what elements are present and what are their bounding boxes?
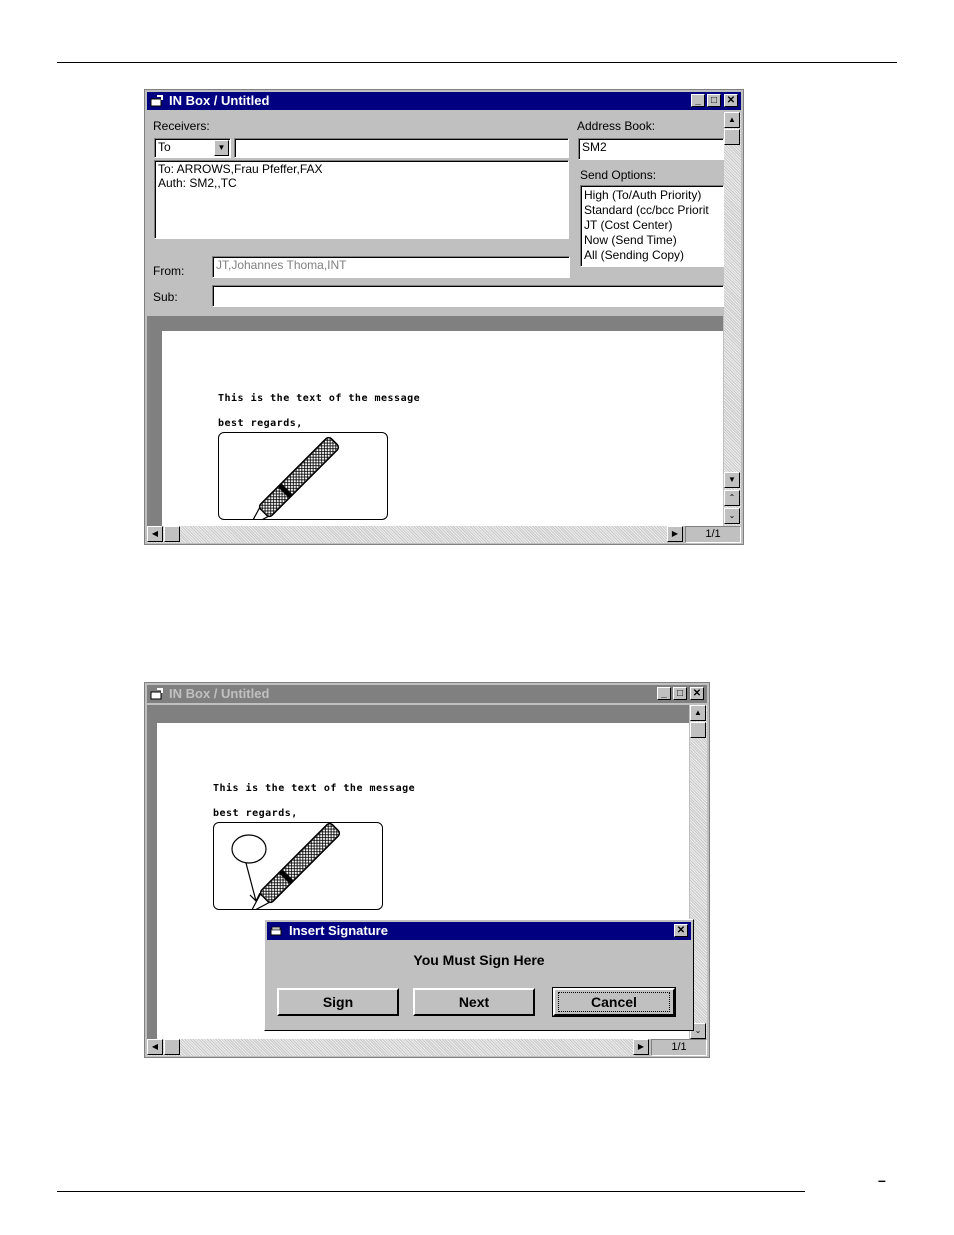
next-button[interactable]: Next: [413, 988, 535, 1016]
page-indicator-text: 1/1: [671, 1041, 687, 1053]
page-up-icon[interactable]: ⌃: [724, 490, 740, 506]
close-icon[interactable]: ✕: [690, 687, 704, 700]
message-page[interactable]: This is the text of the message best reg…: [162, 331, 723, 528]
footer-mark: –: [878, 1172, 886, 1188]
maximize-icon[interactable]: □: [707, 94, 721, 107]
sign-button-label: Sign: [322, 994, 354, 1010]
send-option-item[interactable]: Standard (cc/bcc Priorit: [584, 203, 720, 218]
page-down-icon[interactable]: ⌄: [724, 508, 740, 524]
message-text-line: This is the text of the message: [218, 393, 421, 404]
pen-with-signature-marker-icon: [231, 822, 341, 914]
from-field: JT,Johannes Thoma,INT: [212, 256, 570, 278]
app-icon: [150, 688, 163, 700]
page-indicator: 1/1: [651, 1039, 707, 1056]
scroll-left-icon[interactable]: ◀: [147, 526, 163, 542]
header-rule: [57, 62, 897, 63]
maximize-icon[interactable]: □: [673, 687, 687, 700]
window-title: IN Box / Untitled: [169, 93, 270, 108]
dialog-icon: [270, 926, 282, 936]
page-indicator: 1/1: [685, 526, 741, 543]
receiver-input[interactable]: [234, 138, 569, 158]
scroll-up-icon[interactable]: ▲: [724, 112, 740, 128]
scroll-right-icon[interactable]: ▶: [667, 526, 683, 542]
subject-input[interactable]: [212, 285, 724, 307]
receivers-list[interactable]: To: ARROWS,Frau Pfeffer,FAX Auth: SM2,,T…: [154, 160, 569, 239]
send-options-list[interactable]: High (To/Auth Priority) Standard (cc/bcc…: [580, 185, 724, 267]
receiver-type-select[interactable]: To ▼: [154, 138, 231, 158]
chevron-down-icon[interactable]: ▼: [214, 140, 229, 156]
receivers-label: Receivers:: [153, 119, 210, 133]
send-option-item[interactable]: All (Sending Copy): [584, 248, 720, 263]
pen-icon: [248, 436, 340, 528]
receivers-list-item[interactable]: To: ARROWS,Frau Pfeffer,FAX: [158, 162, 565, 176]
inbox-window-1: IN Box / Untitled _ □ ✕ Receivers: To ▼ …: [144, 89, 744, 545]
scroll-up-icon[interactable]: ▲: [690, 705, 706, 721]
send-option-item[interactable]: Now (Send Time): [584, 233, 720, 248]
from-label: From:: [153, 264, 185, 278]
next-button-label: Next: [458, 994, 490, 1010]
signature-box[interactable]: [218, 432, 388, 528]
signature-box[interactable]: [213, 822, 383, 914]
horizontal-scrollbar[interactable]: ◀ ▶: [147, 1039, 649, 1056]
close-icon[interactable]: ✕: [674, 924, 688, 937]
title-bar[interactable]: IN Box / Untitled _ □ ✕: [147, 92, 741, 110]
vertical-scrollbar[interactable]: ▲ ▼ ⌃ ⌄: [724, 112, 741, 526]
receiver-type-value: To: [158, 140, 171, 154]
minimize-icon[interactable]: _: [691, 94, 705, 107]
insert-signature-dialog: Insert Signature ✕ You Must Sign Here Si…: [264, 919, 694, 1031]
dialog-message: You Must Sign Here: [413, 952, 545, 968]
scroll-down-icon[interactable]: ▼: [724, 472, 740, 488]
message-text-line: best regards,: [213, 808, 298, 819]
message-text-line: This is the text of the message: [213, 783, 416, 794]
cancel-button[interactable]: Cancel: [552, 987, 676, 1017]
dialog-title: Insert Signature: [289, 923, 388, 938]
send-option-item[interactable]: JT (Cost Center): [584, 218, 720, 233]
minimize-icon[interactable]: _: [657, 687, 671, 700]
address-book-label: Address Book:: [577, 119, 656, 133]
close-icon[interactable]: ✕: [724, 94, 738, 107]
cancel-button-label: Cancel: [591, 994, 637, 1010]
title-bar[interactable]: IN Box / Untitled _ □ ✕: [147, 685, 707, 703]
receivers-list-item[interactable]: Auth: SM2,,TC: [158, 176, 565, 190]
page-indicator-text: 1/1: [705, 528, 721, 540]
app-icon: [150, 95, 163, 107]
scroll-right-icon[interactable]: ▶: [633, 1039, 649, 1055]
scroll-left-icon[interactable]: ◀: [147, 1039, 163, 1055]
sign-button[interactable]: Sign: [277, 988, 399, 1016]
scroll-thumb[interactable]: [724, 129, 740, 145]
message-text-line: best regards,: [218, 418, 303, 429]
scroll-thumb[interactable]: [690, 722, 706, 738]
horizontal-scrollbar[interactable]: ◀ ▶: [147, 526, 683, 543]
address-book-input[interactable]: SM2: [578, 138, 724, 160]
window-title: IN Box / Untitled: [169, 686, 270, 701]
subject-label: Sub:: [153, 290, 178, 304]
cancel-button-focus: Cancel: [558, 992, 670, 1012]
document-area[interactable]: This is the text of the message best reg…: [147, 316, 723, 528]
dialog-title-bar[interactable]: Insert Signature ✕: [267, 922, 691, 940]
scroll-thumb[interactable]: [164, 1039, 180, 1055]
send-options-label: Send Options:: [580, 168, 657, 182]
send-option-item[interactable]: High (To/Auth Priority): [584, 188, 720, 203]
scroll-thumb[interactable]: [164, 526, 180, 542]
footer-rule: [57, 1191, 805, 1192]
